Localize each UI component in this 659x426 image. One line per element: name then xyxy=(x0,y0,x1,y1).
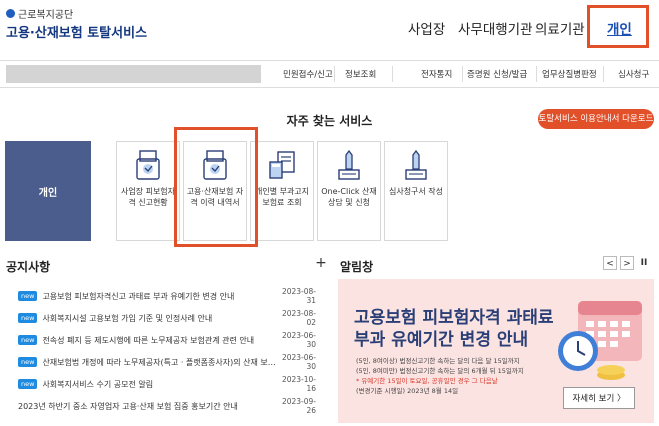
notice-date: 2023-06-30 xyxy=(281,331,316,349)
notice-title[interactable]: 사회복지시설 고용보험 가입 기준 및 인정사례 안내 xyxy=(42,313,276,324)
divider xyxy=(462,66,463,82)
guide-download-button[interactable]: 토탈서비스 이용안내서 다운로드 xyxy=(538,109,654,129)
new-badge: new xyxy=(18,379,38,389)
nav-workplace[interactable]: 사업장 xyxy=(408,18,445,38)
banner-detail: (5인, 8여이상) 법정신고기한 속하는 달의 다음 달 15일까지 xyxy=(356,357,520,365)
tile-label: 심사청구서 작성 xyxy=(388,187,444,196)
divider xyxy=(536,66,537,82)
pen-document-icon xyxy=(405,150,427,180)
notice-row[interactable]: new 고용보험 피보험자격신고 과태료 부과 유예기한 변경 안내 2023-… xyxy=(18,287,316,305)
divider xyxy=(603,66,604,82)
highlight-box xyxy=(174,127,258,247)
notice-title[interactable]: 전속성 폐지 등 제도시행에 따른 노무제공자 보험관계 관련 안내 xyxy=(42,335,276,346)
notice-row[interactable]: new 사회복지서비스 수기 공모전 알림 2023-10-16 xyxy=(18,375,316,393)
notice-title[interactable]: 산재보험법 개정에 따라 노무제공자(특고 · 플랫폼종사자)의 산재 보; .… xyxy=(42,357,276,368)
notice-title[interactable]: 사회복지서비스 수기 공모전 알림 xyxy=(42,379,276,390)
detail-button[interactable]: 자세히 보기 〉 xyxy=(563,387,635,409)
submenu-disease[interactable]: 업무상질병판정 xyxy=(542,68,597,80)
site-title[interactable]: 고용·산재보험 토탈서비스 xyxy=(6,22,147,41)
tile-premium-inquiry[interactable]: 개인별 부과고지보험료 조회 xyxy=(250,141,314,241)
tile-workplace-status[interactable]: 사업장 피보험자격 신고현황 xyxy=(116,141,180,241)
notice-row[interactable]: 2023년 하반기 중소 자영업자 고용·산재 보험 집중 홍보기간 안내 20… xyxy=(18,397,316,415)
calendar-clock-icon xyxy=(558,301,642,380)
tile-appeal-write[interactable]: 심사청구서 작성 xyxy=(384,141,448,241)
banner-title-line2: 부과 유예기간 변경 안내 xyxy=(354,330,529,350)
tile-label: One-Click 산재상담 및 신청 xyxy=(321,187,377,207)
banner-note: * 유예기한 15일이 토요일, 공휴일인 경우 그 다음날 xyxy=(356,377,498,385)
prev-button[interactable]: < xyxy=(603,256,617,270)
new-badge: new xyxy=(18,357,38,367)
nav-agency[interactable]: 사무대행기관 xyxy=(458,18,533,38)
document-check-icon xyxy=(136,150,160,180)
person-tile: 개인 xyxy=(5,141,91,241)
notices-title: 공지사항 xyxy=(6,260,51,274)
alarm-banner[interactable]: 고용보험 피보험자격 과태료 부과 유예기간 변경 안내 (5인, 8여이상) … xyxy=(338,279,654,423)
submenu-inquiry[interactable]: 정보조회 xyxy=(345,68,376,80)
org-logo[interactable]: 근로복지공단 xyxy=(6,6,73,21)
org-name: 근로복지공단 xyxy=(18,10,74,21)
new-badge: new xyxy=(18,291,38,301)
pause-button[interactable]: II xyxy=(637,256,651,270)
notice-title[interactable]: 2023년 하반기 중소 자영업자 고용·산재 보험 집중 홍보기간 안내 xyxy=(18,401,276,412)
notice-row[interactable]: new 사회복지시설 고용보험 가입 기준 및 인정사례 안내 2023-08-… xyxy=(18,309,316,327)
new-badge: new xyxy=(18,313,38,323)
notice-date: 2023-06-30 xyxy=(281,353,316,371)
notice-row[interactable]: new 산재보험법 개정에 따라 노무제공자(특고 · 플랫폼종사자)의 산재 … xyxy=(18,353,316,371)
divider xyxy=(392,66,393,82)
notice-row[interactable]: new 전속성 폐지 등 제도시행에 따른 노무제공자 보험관계 관련 안내 2… xyxy=(18,331,316,349)
tile-label: 사업장 피보험자격 신고현황 xyxy=(120,187,176,207)
notice-title[interactable]: 고용보험 피보험자격신고 과태료 부과 유예기한 변경 안내 xyxy=(42,291,276,302)
new-badge: new xyxy=(18,335,38,345)
notice-date: 2023-08-02 xyxy=(281,309,316,327)
logo-mark-icon xyxy=(6,9,15,18)
banner-detail: (변경기준 시행일) 2023년 8월 14일 xyxy=(356,387,459,395)
submenu-appeal[interactable]: 심사청구 xyxy=(618,68,649,80)
notices-more-button[interactable]: + xyxy=(314,256,328,270)
next-button[interactable]: > xyxy=(620,256,634,270)
submenu-notice[interactable]: 전자통지 xyxy=(421,68,452,80)
notice-date: 2023-09-26 xyxy=(281,397,316,415)
banner-detail: (5인, 8여미만) 법정신고기한 속하는 달의 6개월 뒤 15일까지 xyxy=(356,367,524,375)
notice-date: 2023-08-31 xyxy=(281,287,316,305)
divider xyxy=(334,66,335,82)
alarm-title: 알림창 xyxy=(340,260,374,274)
calculator-document-icon xyxy=(269,151,295,179)
submenu-blank xyxy=(6,65,261,83)
submenu-certificate[interactable]: 증명원 신청/발급 xyxy=(467,68,527,80)
nav-personal[interactable]: 개인 xyxy=(607,18,632,38)
submenu-complaint[interactable]: 민원접수/신고 xyxy=(283,68,333,80)
nav-medical[interactable]: 의료기관 xyxy=(535,18,585,38)
notice-date: 2023-10-16 xyxy=(281,375,316,393)
pen-document-icon xyxy=(338,150,360,180)
tile-one-click[interactable]: One-Click 산재상담 및 신청 xyxy=(317,141,381,241)
tile-label: 개인별 부과고지보험료 조회 xyxy=(254,187,310,207)
